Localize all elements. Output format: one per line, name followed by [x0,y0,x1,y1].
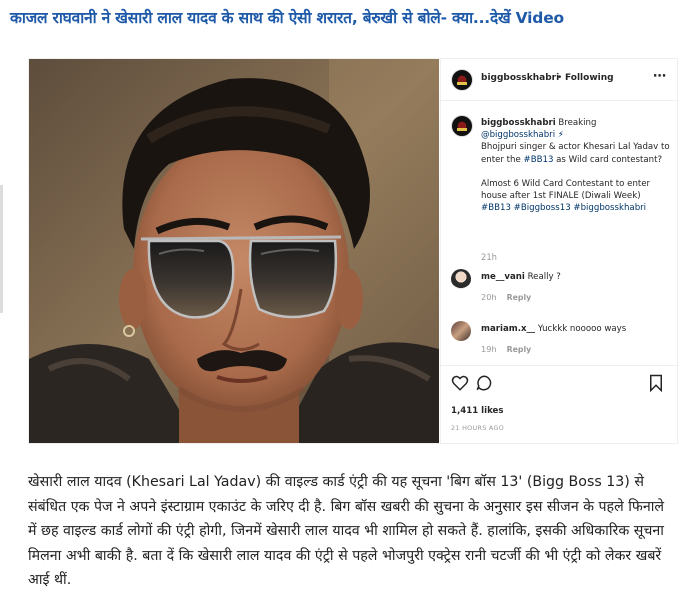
caption-time: 21h [481,252,497,262]
comment-username[interactable]: mariam.x__ [481,324,535,334]
heart-icon[interactable] [451,374,469,392]
reply-button[interactable]: Reply [507,293,532,302]
caption-body-end: as Wild card contestant? [553,154,663,165]
commenter-avatar[interactable] [451,321,471,341]
caption-hashtags[interactable]: #BB13 #Biggboss13 #biggbosskhabri [481,202,671,214]
caption-line1: Breaking [555,118,597,128]
header-username[interactable]: biggbosskhabri [481,73,559,83]
comment-text: mariam.x__ Yuckkk nooooo ways [481,324,627,334]
comment-username[interactable]: me__vani [481,272,525,282]
caption-para2: Almost 6 Wild Card Contestant to enter h… [481,178,651,202]
commenter-avatar[interactable] [451,269,471,289]
comment-time: 20h [481,292,497,302]
post-header: biggbosskhabri • Following ⋯ [441,59,679,101]
comment-text: me__vani Really ? [481,272,561,282]
instagram-embed: biggbosskhabri • Following ⋯ biggbosskha… [28,58,679,444]
article-body: खेसारी लाल यादव (Khesari Lal Yadav) की व… [28,474,665,588]
page-divider [0,185,3,313]
caption-hashtag-bb13[interactable]: #BB13 [524,155,554,165]
posted-time: 21 HOURS AGO [451,424,505,432]
more-options-icon[interactable]: ⋯ [653,69,667,84]
post-sidebar: biggbosskhabri • Following ⋯ biggbosskha… [440,59,679,443]
comment-time: 19h [481,344,497,354]
header-separator: • [557,73,563,83]
caption-avatar[interactable] [451,115,473,137]
caption-username[interactable]: biggbosskhabri [481,118,556,128]
reply-button[interactable]: Reply [507,345,532,354]
likes-count[interactable]: 1,411 likes [451,406,504,416]
following-button[interactable]: Following [565,73,614,83]
post-actions: 1,411 likes 21 HOURS AGO [441,365,679,443]
post-caption: biggbosskhabri Breaking @biggbosskhabri … [481,117,671,214]
profile-avatar[interactable] [451,69,473,91]
comment-icon[interactable] [475,374,493,392]
comment-meta: 19h Reply [481,344,531,354]
article-headline[interactable]: काजल राघवानी ने खेसारी लाल यादव के साथ क… [10,6,675,30]
post-photo [29,59,439,443]
comment-meta: 20h Reply [481,292,531,302]
bookmark-icon[interactable] [647,374,665,392]
caption-mention[interactable]: @biggbosskhabri ⚡ [481,129,671,141]
